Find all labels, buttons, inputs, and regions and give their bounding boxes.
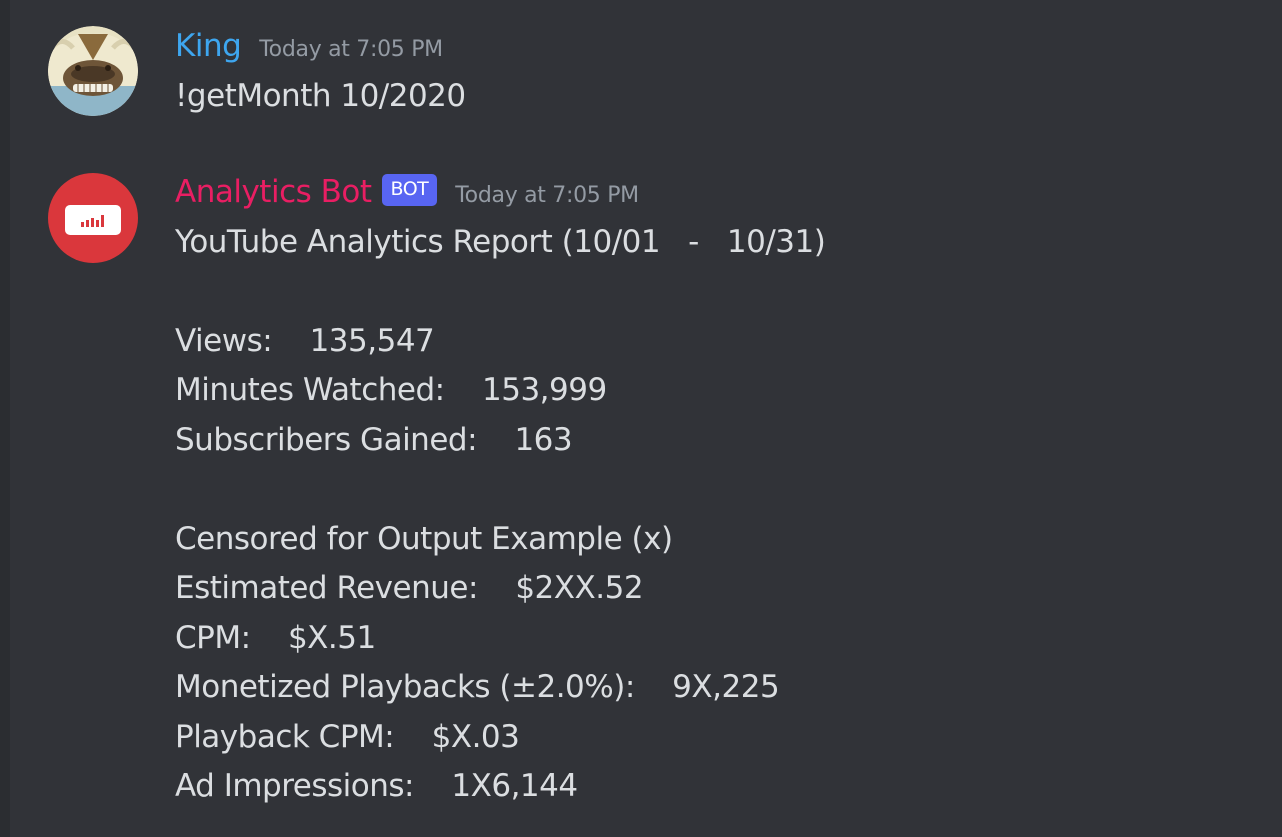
bot-avatar[interactable]: [48, 173, 138, 263]
timestamp[interactable]: Today at 7:05 PM: [455, 183, 639, 208]
message-content: !getMonth 10/2020: [175, 78, 466, 114]
timestamp[interactable]: Today at 7:05 PM: [259, 37, 443, 62]
stat-views: Views: 135,547: [175, 323, 435, 359]
stat-monetized-playbacks: Monetized Playbacks (±2.0%): 9X,225: [175, 669, 780, 705]
report-title: YouTube Analytics Report (10/01 - 10/31): [175, 224, 826, 260]
stat-minutes-watched: Minutes Watched: 153,999: [175, 372, 607, 408]
username[interactable]: Analytics Bot: [175, 174, 372, 210]
stat-cpm: CPM: $X.51: [175, 620, 376, 656]
user-avatar[interactable]: [48, 26, 138, 116]
stat-estimated-revenue: Estimated Revenue: $2XX.52: [175, 570, 644, 606]
username[interactable]: King: [175, 28, 242, 64]
message-header: King Today at 7:05 PM: [175, 28, 443, 64]
stat-subscribers-gained: Subscribers Gained: 163: [175, 422, 573, 458]
bot-badge: BOT: [381, 174, 438, 206]
channel-sidebar-edge: [0, 0, 10, 837]
stat-playback-cpm: Playback CPM: $X.03: [175, 719, 520, 755]
stat-ad-impressions: Ad Impressions: 1X6,144: [175, 768, 578, 804]
censored-note: Censored for Output Example (x): [175, 521, 673, 557]
bar-chart-icon: [65, 205, 121, 235]
appa-sky-bison-icon: [48, 26, 138, 116]
message-header: Analytics Bot BOT Today at 7:05 PM: [175, 174, 639, 210]
